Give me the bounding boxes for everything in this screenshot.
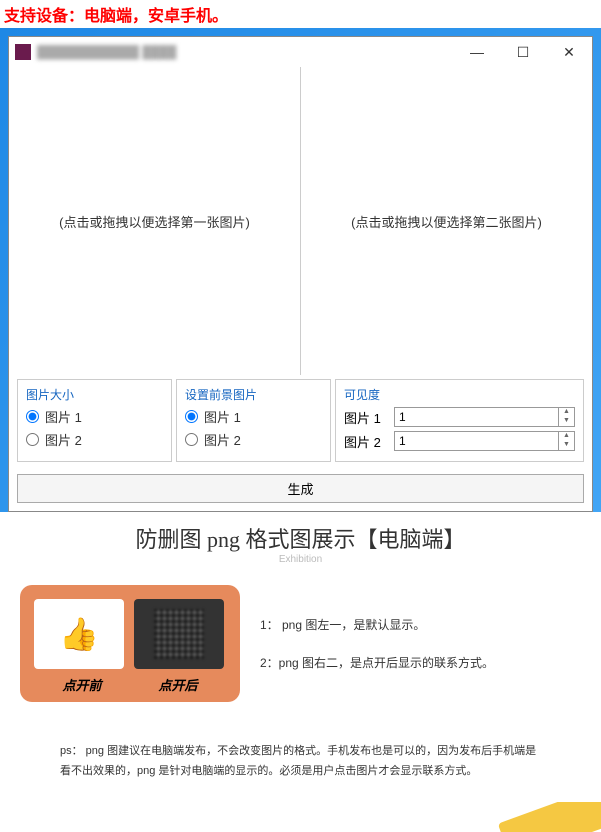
vis-label-1: 图片 1 (344, 408, 394, 427)
size-radio-1-label: 图片 1 (45, 407, 82, 426)
spinner-2[interactable]: ▲▼ (558, 432, 574, 450)
group-foreground: 设置前景图片 图片 1 图片 2 (176, 379, 331, 462)
vis-label-2: 图片 2 (344, 432, 394, 451)
generate-button[interactable]: 生成 (17, 474, 584, 503)
header-support-text: 支持设备：电脑端，安卓手机。 (0, 0, 601, 28)
app-icon (15, 44, 31, 60)
qr-code-icon (154, 609, 204, 659)
window-controls: — ☐ ✕ (454, 37, 592, 67)
group-fg-title: 设置前景图片 (185, 386, 322, 403)
size-radio-2[interactable]: 图片 2 (26, 430, 163, 449)
thumb-up-icon: 👍 (59, 615, 99, 653)
vis-input-2[interactable]: ▲▼ (394, 431, 575, 451)
app-window: ████████████ ████ — ☐ ✕ (点击或拖拽以便选择第一张图片)… (8, 36, 593, 512)
desc-line-1: 1： png 图左一，是默认显示。 (260, 610, 581, 640)
showcase-title: 防删图 png 格式图展示【电脑端】 (20, 522, 581, 554)
drop-panel-2[interactable]: (点击或拖拽以便选择第二张图片) (301, 67, 592, 375)
drop-hint-2: (点击或拖拽以便选择第二张图片) (351, 212, 542, 231)
demo-labels: 点开前 点开后 (34, 675, 226, 694)
vis-field-1[interactable] (395, 408, 558, 426)
fg-radio-1-input[interactable] (185, 410, 198, 423)
label-after: 点开后 (158, 675, 197, 694)
fg-radio-2-label: 图片 2 (204, 430, 241, 449)
group-size-title: 图片大小 (26, 386, 163, 403)
label-before: 点开前 (62, 675, 101, 694)
vis-row-1: 图片 1 ▲▼ (344, 407, 575, 427)
desc-line-2: 2：png 图右二，是点开后显示的联系方式。 (260, 648, 581, 678)
ps-note: ps： png 图建议在电脑端发布，不会改变图片的格式。手机发布也是可以的，因为… (60, 742, 541, 782)
maximize-button[interactable]: ☐ (500, 37, 546, 67)
demo-images: 👍 (34, 599, 226, 669)
size-radio-2-input[interactable] (26, 433, 39, 446)
size-radio-1-input[interactable] (26, 410, 39, 423)
group-visibility: 可见度 图片 1 ▲▼ 图片 2 ▲▼ (335, 379, 584, 462)
titlebar: ████████████ ████ — ☐ ✕ (9, 37, 592, 67)
image-drop-area: (点击或拖拽以便选择第一张图片) (点击或拖拽以便选择第二张图片) (9, 67, 592, 375)
showcase-section: 防删图 png 格式图展示【电脑端】 Exhibition 👍 点开前 点开后 … (0, 512, 601, 802)
demo-row: 👍 点开前 点开后 1： png 图左一，是默认显示。 2：png 图右二，是点… (20, 585, 581, 702)
demo-description: 1： png 图左一，是默认显示。 2：png 图右二，是点开后显示的联系方式。 (260, 602, 581, 686)
close-button[interactable]: ✕ (546, 37, 592, 67)
size-radio-2-label: 图片 2 (45, 430, 82, 449)
demo-image-after (134, 599, 224, 669)
group-image-size: 图片大小 图片 1 图片 2 (17, 379, 172, 462)
vis-row-2: 图片 2 ▲▼ (344, 431, 575, 451)
size-radio-1[interactable]: 图片 1 (26, 407, 163, 426)
drop-panel-1[interactable]: (点击或拖拽以便选择第一张图片) (9, 67, 301, 375)
spinner-1[interactable]: ▲▼ (558, 408, 574, 426)
demo-image-before: 👍 (34, 599, 124, 669)
minimize-button[interactable]: — (454, 37, 500, 67)
demo-card: 👍 点开前 点开后 (20, 585, 240, 702)
fg-radio-1-label: 图片 1 (204, 407, 241, 426)
drop-hint-1: (点击或拖拽以便选择第一张图片) (59, 212, 250, 231)
desktop-background: ████████████ ████ — ☐ ✕ (点击或拖拽以便选择第一张图片)… (0, 28, 601, 512)
window-title: ████████████ ████ (37, 45, 454, 59)
vis-field-2[interactable] (395, 432, 558, 450)
ruler-icon (498, 802, 601, 832)
showcase-subtitle: Exhibition (20, 554, 581, 565)
vis-input-1[interactable]: ▲▼ (394, 407, 575, 427)
fg-radio-2-input[interactable] (185, 433, 198, 446)
fg-radio-1[interactable]: 图片 1 (185, 407, 322, 426)
settings-row: 图片大小 图片 1 图片 2 设置前景图片 图片 1 图片 (9, 375, 592, 466)
group-vis-title: 可见度 (344, 386, 575, 403)
fg-radio-2[interactable]: 图片 2 (185, 430, 322, 449)
bottom-decoration (0, 802, 601, 832)
